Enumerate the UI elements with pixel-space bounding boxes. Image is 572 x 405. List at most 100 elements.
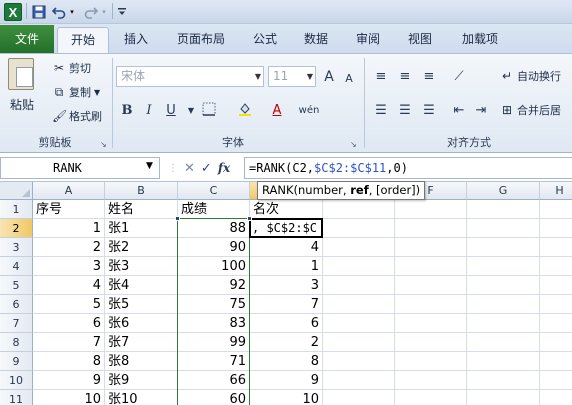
decrease-indent-icon[interactable]: ⇤ <box>450 102 468 120</box>
tab-addins[interactable]: 加载项 <box>452 27 508 53</box>
shrink-font-button[interactable]: A <box>340 70 358 88</box>
cancel-icon[interactable]: ✕ <box>184 161 195 176</box>
tab-home[interactable]: 开始 <box>57 27 109 53</box>
paste-button[interactable]: 粘贴 <box>10 96 34 113</box>
enter-icon[interactable]: ✓ <box>201 161 212 176</box>
cell-e9[interactable] <box>323 352 395 371</box>
underline-dropdown-icon[interactable]: ▼ <box>182 102 200 120</box>
cell-f6[interactable] <box>395 295 467 314</box>
cell-a1[interactable]: 序号 <box>33 200 105 219</box>
cell-g1[interactable] <box>467 200 540 219</box>
chevron-down-icon[interactable]: ▼ <box>146 161 153 171</box>
cell-d1[interactable]: 名次 <box>250 200 323 219</box>
cell-b2[interactable]: 张1 <box>105 219 178 238</box>
cell-c10[interactable]: 66 <box>178 371 250 390</box>
row-header[interactable]: 11 <box>0 390 33 405</box>
column-header-g[interactable]: G <box>467 182 540 200</box>
cell-b10[interactable]: 张9 <box>105 371 178 390</box>
cell-b3[interactable]: 张2 <box>105 238 178 257</box>
cell-f8[interactable] <box>395 333 467 352</box>
align-right-icon[interactable]: ☰ <box>420 102 438 120</box>
cell-c8[interactable]: 99 <box>178 333 250 352</box>
row-header[interactable]: 4 <box>0 257 33 276</box>
name-box[interactable]: RANK <box>0 157 160 179</box>
row-header[interactable]: 8 <box>0 333 33 352</box>
cell-d7[interactable]: 6 <box>250 314 323 333</box>
cell-d8[interactable]: 2 <box>250 333 323 352</box>
cell-b4[interactable]: 张3 <box>105 257 178 276</box>
cell-g11[interactable] <box>467 390 540 405</box>
cell-b7[interactable]: 张6 <box>105 314 178 333</box>
copy-button[interactable]: ⧉ 复制 ▼ <box>52 84 100 100</box>
cell-f2[interactable] <box>395 219 467 238</box>
tooltip-current-arg[interactable]: ref <box>350 183 368 197</box>
cell-g9[interactable] <box>467 352 540 371</box>
tab-page-layout[interactable]: 页面布局 <box>168 27 234 53</box>
bold-button[interactable]: B <box>118 102 136 120</box>
row-header[interactable]: 6 <box>0 295 33 314</box>
cell-g5[interactable] <box>467 276 540 295</box>
borders-icon[interactable] <box>200 102 218 120</box>
cell-e11[interactable] <box>323 390 395 405</box>
cell-c7[interactable]: 83 <box>178 314 250 333</box>
row-header[interactable]: 10 <box>0 371 33 390</box>
redo-dropdown-icon[interactable]: ▾ <box>100 3 108 21</box>
save-icon[interactable] <box>30 3 48 21</box>
cell-e4[interactable] <box>323 257 395 276</box>
clipboard-dialog-launcher-icon[interactable]: ↘ <box>100 140 107 149</box>
cell-d9[interactable]: 8 <box>250 352 323 371</box>
row-header[interactable]: 7 <box>0 314 33 333</box>
align-center-icon[interactable]: ☰ <box>396 102 414 120</box>
align-middle-icon[interactable]: ≡ <box>396 68 414 86</box>
align-top-icon[interactable]: ≡ <box>372 68 390 86</box>
cell-e7[interactable] <box>323 314 395 333</box>
undo-icon[interactable] <box>50 3 68 21</box>
cell-g7[interactable] <box>467 314 540 333</box>
cell-h7[interactable] <box>540 314 572 333</box>
paste-icon[interactable] <box>8 58 34 90</box>
column-header-c[interactable]: C <box>178 182 250 200</box>
cell-g10[interactable] <box>467 371 540 390</box>
cell-c2[interactable]: 88 <box>178 219 250 238</box>
cell-c4[interactable]: 100 <box>178 257 250 276</box>
customize-toolbar-icon[interactable] <box>116 3 128 21</box>
formula-input[interactable]: =RANK(C2,$C$2:$C$11,0) <box>244 157 572 179</box>
font-color-button[interactable]: A <box>268 102 286 120</box>
align-bottom-icon[interactable]: ≡ <box>420 68 438 86</box>
cell-g6[interactable] <box>467 295 540 314</box>
cell-d10[interactable]: 9 <box>250 371 323 390</box>
range-resize-handle[interactable] <box>247 216 252 221</box>
cell-c1[interactable]: 成绩 <box>178 200 250 219</box>
spreadsheet-grid[interactable]: ABCDEFGH 1序号姓名成绩名次21张18832张290443张310015… <box>0 182 572 405</box>
cell-h6[interactable] <box>540 295 572 314</box>
active-cell-editor[interactable]: , $C$2:$C <box>249 218 323 238</box>
cell-a9[interactable]: 8 <box>33 352 105 371</box>
cell-d6[interactable]: 7 <box>250 295 323 314</box>
cut-button[interactable]: ✂ 剪切 <box>52 60 91 76</box>
column-header-a[interactable]: A <box>33 182 105 200</box>
cell-g8[interactable] <box>467 333 540 352</box>
cell-a7[interactable]: 6 <box>33 314 105 333</box>
cell-f7[interactable] <box>395 314 467 333</box>
cell-a4[interactable]: 3 <box>33 257 105 276</box>
range-resize-handle[interactable] <box>175 216 180 221</box>
font-dialog-launcher-icon[interactable]: ↘ <box>350 140 357 149</box>
undo-dropdown-icon[interactable]: ▾ <box>68 3 76 21</box>
cell-d11[interactable]: 10 <box>250 390 323 405</box>
insert-function-icon[interactable]: fx <box>218 161 230 175</box>
cell-g2[interactable] <box>467 219 540 238</box>
cell-f1[interactable] <box>395 200 467 219</box>
row-header[interactable]: 9 <box>0 352 33 371</box>
tab-view[interactable]: 视图 <box>398 27 442 53</box>
cell-e2[interactable] <box>323 219 395 238</box>
cell-h9[interactable] <box>540 352 572 371</box>
cell-h5[interactable] <box>540 276 572 295</box>
cell-f11[interactable] <box>395 390 467 405</box>
cell-a3[interactable]: 2 <box>33 238 105 257</box>
cell-h3[interactable] <box>540 238 572 257</box>
cell-b6[interactable]: 张5 <box>105 295 178 314</box>
wrap-text-button[interactable]: ↵ 自动换行 <box>500 68 561 84</box>
copy-dropdown-icon[interactable]: ▼ <box>94 88 100 97</box>
cell-a10[interactable]: 9 <box>33 371 105 390</box>
cell-a8[interactable]: 7 <box>33 333 105 352</box>
